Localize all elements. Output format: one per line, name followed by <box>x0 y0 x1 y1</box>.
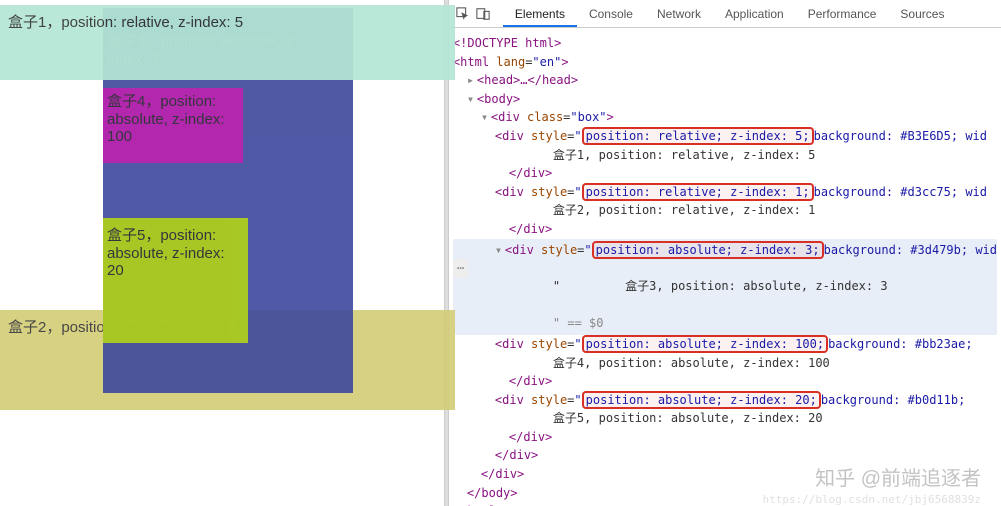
dom-node-box4[interactable]: <div style="position: absolute; z-index:… <box>453 335 997 354</box>
tab-elements[interactable]: Elements <box>503 1 577 27</box>
dom-node-box3-selected[interactable]: ▾<div style="position: absolute; z-index… <box>453 239 997 335</box>
watermark-text: 知乎 @前端追逐者 <box>815 462 981 491</box>
dom-tree[interactable]: <!DOCTYPE html> <html lang="en"> ▸<head>… <box>449 28 1001 506</box>
device-toolbar-icon[interactable] <box>475 6 491 22</box>
dom-node-box2[interactable]: <div style="position: relative; z-index:… <box>453 183 997 202</box>
tab-sources[interactable]: Sources <box>888 1 956 27</box>
box-4-label: 盒子4，position: absolute, z-index: 100 <box>107 93 225 145</box>
head-node[interactable]: <head>…</head> <box>477 73 578 87</box>
box-5: 盒子5，position: absolute, z-index: 20 <box>103 218 248 343</box>
watermark-url: https://blog.csdn.net/jbj6568839z <box>762 493 981 506</box>
doctype-node[interactable]: <!DOCTYPE html> <box>453 36 561 50</box>
box-1: 盒子1，position: relative, z-index: 5 <box>0 5 455 80</box>
rendered-viewport: 盒子3，position: absolute, z-index: 3 盒子1，p… <box>0 0 444 506</box>
box-1-label: 盒子1，position: relative, z-index: 5 <box>8 14 243 31</box>
tab-application[interactable]: Application <box>713 1 796 27</box>
devtools-panel: Elements Console Network Application Per… <box>449 0 1001 506</box>
box-5-label: 盒子5，position: absolute, z-index: 20 <box>107 227 225 279</box>
inspect-icon[interactable] <box>455 6 471 22</box>
dom-node-box5[interactable]: <div style="position: absolute; z-index:… <box>453 391 997 410</box>
ellipsis-icon[interactable]: ⋯ <box>453 259 468 278</box>
devtools-header: Elements Console Network Application Per… <box>449 0 1001 28</box>
box-4: 盒子4，position: absolute, z-index: 100 <box>103 88 243 163</box>
tab-console[interactable]: Console <box>577 1 645 27</box>
dom-node-box1[interactable]: <div style="position: relative; z-index:… <box>453 127 997 146</box>
tab-network[interactable]: Network <box>645 1 713 27</box>
devtools-tabs: Elements Console Network Application Per… <box>503 1 957 27</box>
tab-performance[interactable]: Performance <box>796 1 889 27</box>
